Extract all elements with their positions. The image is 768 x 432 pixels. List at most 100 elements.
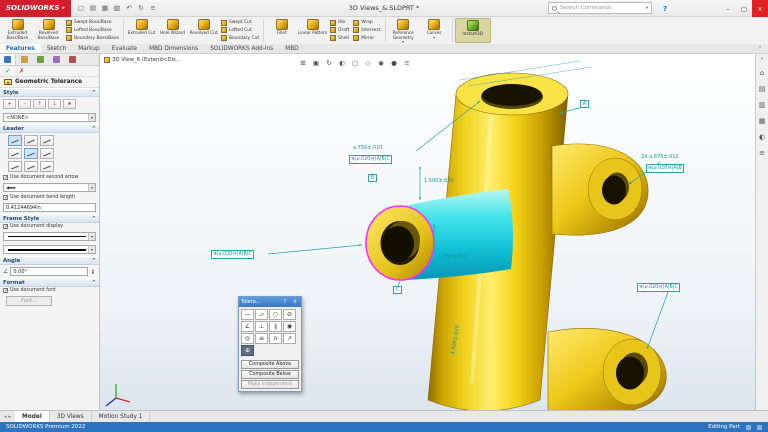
- tolerance-symbol-button[interactable]: ◎: [241, 333, 254, 344]
- options-icon[interactable]: ≡: [147, 1, 159, 16]
- dimension-label[interactable]: 1.250±.010: [438, 254, 468, 260]
- instant3d-button[interactable]: Instant3D: [455, 18, 491, 43]
- datum-flag-c[interactable]: C: [393, 286, 402, 294]
- solidworks-resources-icon[interactable]: ⌂: [760, 69, 764, 77]
- featuremanager-tab[interactable]: [0, 54, 16, 65]
- section-view-icon[interactable]: ◐: [336, 57, 348, 68]
- tolerance-symbol-button[interactable]: ⊕: [241, 345, 254, 356]
- dimension-label[interactable]: 1.500±.020: [424, 178, 454, 184]
- design-library-icon[interactable]: ▤: [759, 85, 766, 93]
- view-orientation-icon[interactable]: ▢: [349, 57, 361, 68]
- zoom-fit-icon[interactable]: ⊞: [297, 57, 309, 68]
- ribbon-button[interactable]: Boundary Boss/Base: [66, 35, 119, 41]
- dimension-label[interactable]: 2X ⌀.875±.010: [641, 154, 679, 160]
- ribbon-tab[interactable]: SOLIDWORKS Add-Ins: [204, 44, 279, 53]
- ribbon-button[interactable]: Intersect: [353, 27, 380, 33]
- ribbon-button[interactable]: Hole Wizard: [157, 18, 188, 43]
- ribbon-button[interactable]: Swept Cut: [221, 20, 259, 26]
- display-style-icon[interactable]: ◇: [362, 57, 374, 68]
- status-icon[interactable]: [757, 425, 762, 430]
- tolerance-symbol-button[interactable]: ⊘: [283, 309, 296, 320]
- leader-style-button[interactable]: [24, 161, 38, 172]
- ribbon-button[interactable]: Lofted Cut: [221, 27, 259, 33]
- font-button[interactable]: Font...: [6, 296, 52, 306]
- tolerance-symbol-button[interactable]: ◉: [283, 321, 296, 332]
- custom-properties-icon[interactable]: ≡: [759, 149, 765, 157]
- style-favorite-button[interactable]: ↓: [48, 99, 61, 109]
- ribbon-button[interactable]: Boundary Cut: [221, 35, 259, 41]
- leader-style-button[interactable]: [24, 135, 38, 146]
- ribbon-button[interactable]: Wrap: [353, 20, 380, 26]
- use-document-second-arrow-checkbox[interactable]: Use document second arrow: [0, 174, 99, 181]
- dimxpertmanager-tab[interactable]: [48, 54, 64, 65]
- feature-control-frame[interactable]: ⊕|⌀.020Ⓜ|A|B|C: [637, 283, 680, 292]
- appearances-icon[interactable]: ◐: [759, 133, 765, 141]
- view-mode-tab[interactable]: Model: [15, 411, 50, 422]
- tab-scroll-right-icon[interactable]: ▸: [9, 414, 12, 420]
- leader-section-header[interactable]: Leader ^: [0, 124, 99, 133]
- new-file-icon[interactable]: ▢: [75, 1, 87, 16]
- ribbon-button[interactable]: Lofted Boss/Base: [66, 27, 119, 33]
- task-pane-collapse-icon[interactable]: «: [760, 56, 763, 62]
- dialog-help-button[interactable]: ?: [281, 299, 289, 305]
- tolerance-symbol-button[interactable]: ∥: [269, 321, 282, 332]
- ribbon-dropdown-button[interactable]: Reference Geometry ▾: [388, 18, 419, 43]
- configurationmanager-tab[interactable]: [32, 54, 48, 65]
- undo-icon[interactable]: ↶: [123, 1, 135, 16]
- arrow-style-dropdown[interactable]: ◀▬▬ ▾: [3, 183, 96, 192]
- ribbon-button[interactable]: Swept Boss/Base: [66, 20, 119, 26]
- leader-style-button[interactable]: [40, 148, 54, 159]
- search-caret-icon[interactable]: ▾: [646, 6, 648, 11]
- zoom-area-icon[interactable]: ▣: [310, 57, 322, 68]
- angle-section-header[interactable]: Angle ^: [0, 256, 99, 265]
- leader-style-button[interactable]: [8, 135, 22, 146]
- style-favorite-button[interactable]: ↑: [33, 99, 46, 109]
- tolerance-symbol-button[interactable]: ⊥: [255, 321, 268, 332]
- ribbon-tab[interactable]: Sketch: [41, 44, 73, 53]
- ribbon-button[interactable]: Revolved Cut: [188, 18, 219, 43]
- leader-style-button[interactable]: [8, 148, 22, 159]
- feature-control-frame[interactable]: ⊕|⌀.020Ⓜ|A|B: [646, 164, 684, 173]
- solidworks-logo[interactable]: SOLIDWORKS ▸: [0, 0, 71, 17]
- tolerance-symbol-button[interactable]: ○: [269, 309, 282, 320]
- ribbon-button[interactable]: Extruded Boss/Base: [2, 18, 33, 43]
- tolerance-symbol-button[interactable]: ≡: [255, 333, 268, 344]
- minimize-button[interactable]: –: [720, 0, 736, 17]
- feature-control-frame[interactable]: ⊕|⌀.020Ⓜ|A|B|C: [349, 155, 392, 164]
- tolerance-dialog-button[interactable]: Make Independent: [241, 380, 299, 389]
- displaymanager-tab[interactable]: [64, 54, 80, 65]
- tolerance-symbol-button[interactable]: —: [241, 309, 254, 320]
- scene-icon[interactable]: ≡: [401, 57, 413, 68]
- ribbon-button[interactable]: Extruded Cut: [126, 18, 157, 43]
- help-button[interactable]: ?: [658, 0, 672, 17]
- file-explorer-icon[interactable]: ▥: [759, 101, 766, 109]
- leader-style-button[interactable]: [24, 148, 38, 159]
- tab-scroll-left-icon[interactable]: ◂: [4, 414, 7, 420]
- leader-style-button[interactable]: [8, 161, 22, 172]
- ribbon-button[interactable]: Revolved Boss/Base: [33, 18, 64, 43]
- frame-style-section-header[interactable]: Frame Style ^: [0, 214, 99, 223]
- line-style-dropdown[interactable]: ▾: [3, 232, 96, 241]
- bend-length-input[interactable]: 0.41244694in: [3, 203, 96, 212]
- save-icon[interactable]: ▦: [99, 1, 111, 16]
- close-button[interactable]: ×: [752, 0, 768, 17]
- dialog-close-button[interactable]: ×: [291, 299, 299, 305]
- tolerance-symbol-button[interactable]: ▱: [255, 309, 268, 320]
- logo-menu-caret-icon[interactable]: ▸: [62, 5, 65, 11]
- line-thickness-dropdown[interactable]: ▾: [3, 245, 96, 254]
- ribbon-tab[interactable]: MBD Dimensions: [143, 44, 204, 53]
- tolerance-symbol-button[interactable]: ↗: [283, 333, 296, 344]
- ribbon-button[interactable]: Rib: [330, 20, 349, 26]
- open-file-icon[interactable]: ▤: [87, 1, 99, 16]
- ribbon-tab[interactable]: Evaluate: [106, 44, 143, 53]
- leader-style-button[interactable]: [40, 161, 54, 172]
- ok-button[interactable]: ✓: [5, 67, 11, 75]
- maximize-button[interactable]: ▢: [736, 0, 752, 17]
- ribbon-tab[interactable]: MBD: [279, 44, 304, 53]
- use-document-display-checkbox[interactable]: Use document display: [0, 223, 99, 230]
- style-dropdown[interactable]: <NONE> ▾: [3, 113, 96, 122]
- propertymanager-tab[interactable]: [16, 54, 32, 65]
- tolerance-dialog-button[interactable]: Composite Below: [241, 370, 299, 379]
- rebuild-icon[interactable]: ↻: [135, 1, 147, 16]
- ribbon-button[interactable]: Fillet: [266, 18, 297, 43]
